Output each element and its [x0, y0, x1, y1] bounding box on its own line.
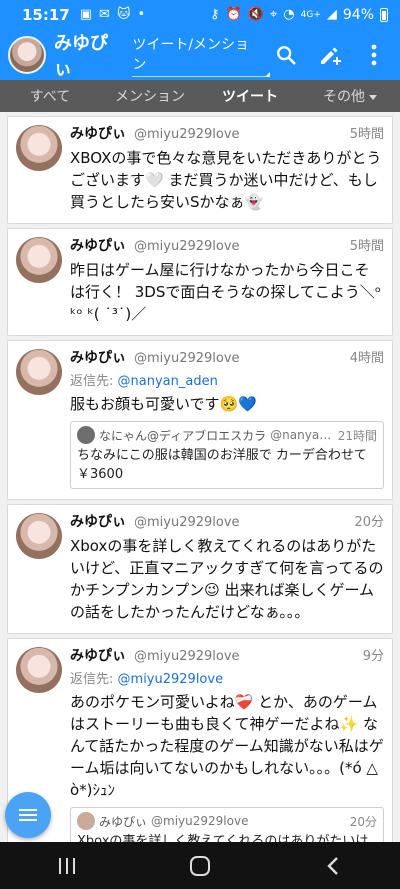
- user-handle: @miyu2929love: [134, 127, 240, 142]
- back-button[interactable]: [303, 846, 363, 886]
- compose-button[interactable]: [312, 37, 348, 73]
- reply-to-link[interactable]: @miyu2929love: [118, 672, 224, 687]
- tweet-time: 5時間: [349, 127, 384, 142]
- quoted-tweet-text: Xboxの事を詳しく教えてくれるのはありがたいけど、正直マニアックすぎて何を言っ…: [77, 834, 369, 842]
- account-avatar[interactable]: [8, 36, 46, 74]
- recents-icon: [58, 857, 75, 874]
- more-vert-icon: [371, 44, 377, 66]
- wifi-icon: ◔: [283, 7, 295, 22]
- account-name: みゆぴぃ: [54, 33, 108, 80]
- key-icon: ⚷: [210, 7, 220, 22]
- tab-mentions[interactable]: メンション: [100, 86, 200, 106]
- search-button[interactable]: [268, 37, 304, 73]
- tweet-text: あのポケモン可愛いよね❤️‍🩹 とか、あのゲームはストーリーも曲も良くて神ゲーだ…: [70, 693, 384, 799]
- menu-fab-button[interactable]: [5, 792, 51, 838]
- notification-icon: 🐱: [116, 7, 131, 22]
- home-icon: [189, 855, 210, 876]
- tweet-time: 5時間: [349, 239, 384, 254]
- system-nav-bar: [0, 842, 400, 889]
- quoted-user-avatar: [77, 426, 95, 444]
- quoted-user-handle: @miyu2929love: [151, 814, 249, 828]
- home-button[interactable]: [170, 846, 230, 886]
- more-options-button[interactable]: [356, 37, 392, 73]
- reply-to: 返信先: @nanyan_aden: [70, 370, 384, 389]
- status-bar: 15:17 ▣ ✉ 🐱 • ⚷ ⏰ 🔇 ⌖ ◔ 4G+ ◢ 94%: [0, 0, 400, 30]
- tweet-time: 20分: [354, 515, 384, 530]
- tab-bar: すべて メンション ツイート その他: [0, 80, 400, 112]
- user-handle: @miyu2929love: [134, 239, 240, 254]
- tweet-card[interactable]: みゆぴぃ @miyu2929love 4時間 返信先: @nanyan_aden…: [7, 340, 393, 500]
- tweet-time: 4時間: [349, 351, 384, 366]
- back-icon: [327, 856, 339, 875]
- user-avatar[interactable]: [16, 237, 62, 283]
- user-handle: @miyu2929love: [134, 351, 240, 366]
- tab-other[interactable]: その他: [300, 86, 400, 106]
- location-icon: ⌖: [269, 7, 278, 22]
- menu-icon: [19, 809, 37, 821]
- battery-icon: [380, 8, 388, 22]
- notification-icon: ▣: [79, 7, 93, 22]
- notification-icon: ✉: [99, 7, 110, 22]
- quoted-tweet-time: 20分: [349, 814, 377, 829]
- reply-label: 返信先:: [70, 672, 114, 687]
- quoted-user-handle: @nanyan...: [270, 428, 334, 442]
- timeline[interactable]: みゆぴぃ @miyu2929love 5時間 XBOXの事で色々な意見をいただき…: [0, 112, 400, 842]
- tweet-text: 昨日はゲーム屋に行けなかったから今日こそは行く！ 3DSで面白そうなの探してこよ…: [70, 261, 382, 323]
- recents-button[interactable]: [37, 846, 97, 886]
- quoted-tweet[interactable]: みゆぴぃ @miyu2929love 20分 Xboxの事を詳しく教えてくれるの…: [70, 807, 384, 842]
- quoted-tweet[interactable]: なにゃん@ディアブロエスカラ @nanyan... 21時間 ちなみにこの服は韓…: [70, 421, 384, 489]
- app-bar: みゆぴぃ ツイート/メンション: [0, 30, 400, 80]
- tab-other-label: その他: [323, 89, 365, 105]
- tweet-card[interactable]: みゆぴぃ @miyu2929love 9分 返信先: @miyu2929love…: [7, 638, 393, 842]
- compose-icon: [321, 47, 341, 65]
- user-avatar[interactable]: [16, 647, 62, 693]
- user-avatar[interactable]: [16, 513, 62, 559]
- quoted-tweet-time: 21時間: [337, 428, 377, 443]
- tab-all[interactable]: すべて: [0, 86, 100, 106]
- tweet-card[interactable]: みゆぴぃ @miyu2929love 20分 Xboxの事を詳しく教えてくれるの…: [7, 504, 393, 634]
- alarm-icon: ⏰: [225, 7, 242, 22]
- user-avatar[interactable]: [16, 125, 62, 171]
- battery-percent: 94%: [342, 7, 374, 23]
- user-handle: @miyu2929love: [134, 649, 240, 664]
- quoted-user-name: なにゃん@ディアブロエスカラ: [99, 428, 267, 443]
- tweet-time: 9分: [362, 649, 384, 664]
- user-name: みゆぴぃ: [70, 648, 126, 664]
- user-avatar[interactable]: [16, 349, 62, 395]
- user-name: みゆぴぃ: [70, 238, 126, 254]
- timeline-selector[interactable]: ツイート/メンション: [132, 34, 270, 77]
- network-type: 4G+: [300, 10, 321, 20]
- signal-icon: ◢: [326, 7, 337, 22]
- reply-to: 返信先: @miyu2929love: [70, 668, 384, 687]
- user-name: みゆぴぃ: [70, 350, 126, 366]
- tweet-text: XBOXの事で色々な意見をいただきありがとうございます🤍 まだ買うか迷い中だけど…: [70, 149, 382, 211]
- user-name: みゆぴぃ: [70, 514, 126, 530]
- status-time: 15:17: [22, 6, 70, 24]
- user-handle: @miyu2929love: [134, 515, 240, 530]
- tweet-text: 服もお顔も可愛いです🥺💙: [70, 395, 257, 413]
- quoted-user-avatar: [77, 812, 95, 830]
- tweet-card[interactable]: みゆぴぃ @miyu2929love 5時間 昨日はゲーム屋に行けなかったから今…: [7, 228, 393, 336]
- tweet-text: Xboxの事を詳しく教えてくれるのはありがたいけど、正直マニアックすぎて何を言っ…: [70, 537, 384, 621]
- quoted-user-name: みゆぴぃ: [99, 814, 148, 829]
- tab-tweets[interactable]: ツイート: [200, 86, 300, 106]
- chevron-down-icon: [369, 94, 377, 100]
- dot-icon: •: [137, 7, 146, 22]
- reply-label: 返信先:: [70, 374, 114, 389]
- mute-icon: 🔇: [247, 7, 264, 22]
- quoted-tweet-text: ちなみにこの服は韓国のお洋服で カーデ合わせて￥3600: [77, 448, 367, 482]
- reply-to-link[interactable]: @nanyan_aden: [118, 374, 218, 389]
- search-icon: [277, 46, 296, 65]
- user-name: みゆぴぃ: [70, 126, 126, 142]
- tweet-card[interactable]: みゆぴぃ @miyu2929love 5時間 XBOXの事で色々な意見をいただき…: [7, 116, 393, 224]
